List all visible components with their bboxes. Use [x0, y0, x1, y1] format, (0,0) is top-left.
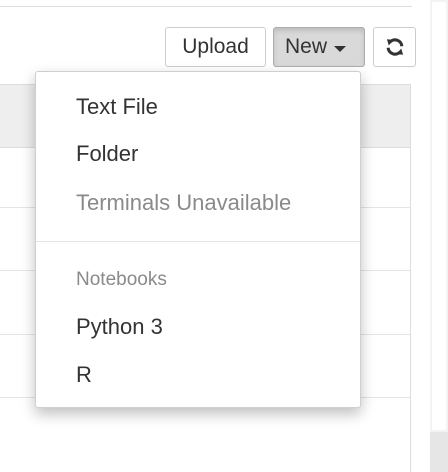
upload-button[interactable]: Upload: [165, 27, 266, 67]
refresh-icon: [386, 38, 403, 56]
menu-item-label: R: [76, 362, 92, 387]
menu-item-label: Terminals Unavailable: [76, 190, 292, 215]
top-divider: [0, 0, 412, 7]
scrollbar-track[interactable]: [430, 432, 448, 472]
menu-item-label: Python 3: [76, 314, 163, 339]
upload-button-label: Upload: [182, 35, 249, 58]
menu-section-header-notebooks: Notebooks: [76, 269, 167, 291]
new-button-label: New: [285, 35, 328, 58]
menu-item-r[interactable]: R: [76, 362, 92, 388]
menu-item-text-file[interactable]: Text File: [76, 94, 158, 120]
new-dropdown-button[interactable]: New: [273, 27, 365, 67]
page-scrollbar[interactable]: [430, 0, 448, 472]
scrollbar-thumb[interactable]: [432, 2, 446, 430]
menu-item-python-3[interactable]: Python 3: [76, 314, 163, 340]
notebook-dashboard: Upload New Text File Folder Terminals Un…: [0, 0, 448, 472]
menu-item-folder[interactable]: Folder: [76, 141, 138, 167]
refresh-button[interactable]: [373, 27, 416, 67]
caret-down-icon: [334, 45, 347, 52]
menu-item-label: Text File: [76, 94, 158, 119]
menu-divider: [36, 241, 360, 242]
new-dropdown-menu: Text File Folder Terminals Unavailable N…: [35, 71, 361, 408]
menu-item-label: Folder: [76, 141, 139, 166]
menu-section-header-label: Notebooks: [76, 269, 167, 290]
menu-item-terminals-unavailable: Terminals Unavailable: [76, 190, 291, 216]
